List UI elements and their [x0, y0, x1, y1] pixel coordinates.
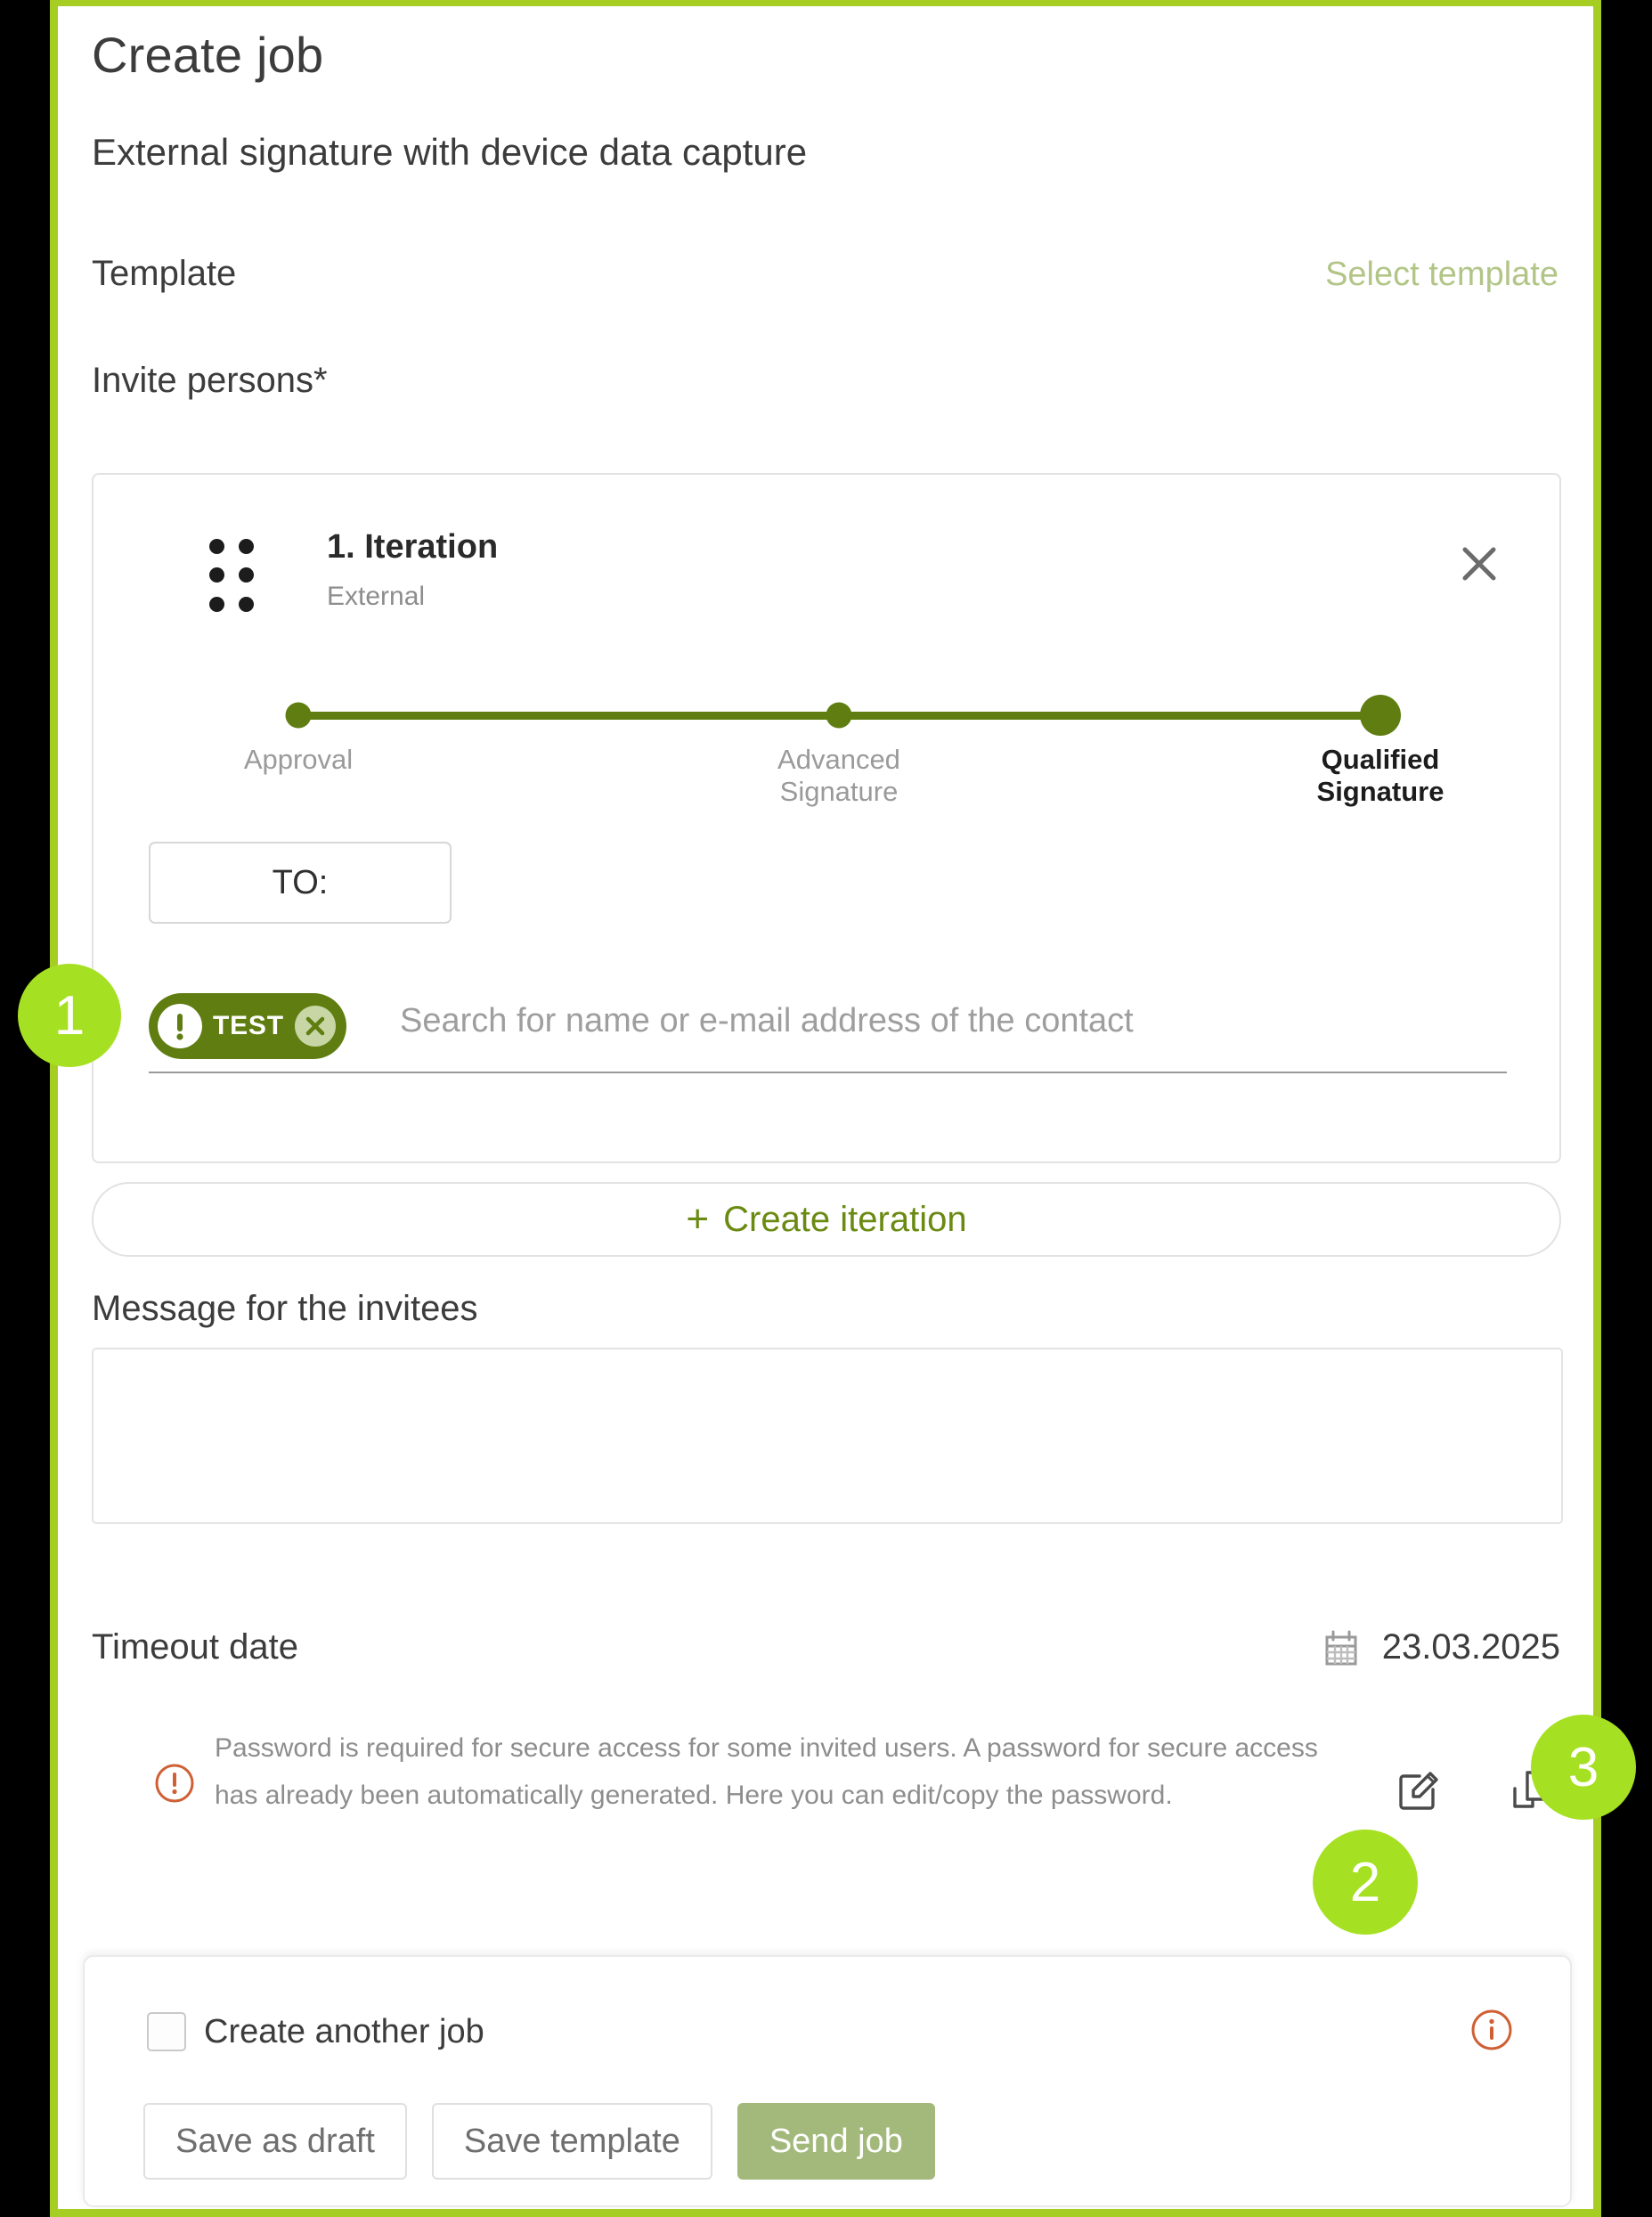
create-another-job-checkbox[interactable]	[147, 2012, 186, 2051]
footer-buttons: Save as draft Save template Send job	[143, 2103, 935, 2180]
iteration-title: 1. Iteration	[327, 528, 499, 566]
page-subtitle: External signature with device data capt…	[92, 131, 808, 173]
template-label: Template	[92, 254, 237, 293]
save-template-button[interactable]: Save template	[431, 2103, 712, 2180]
create-iteration-button[interactable]: + Create iteration	[92, 1182, 1561, 1257]
send-job-button[interactable]: Send job	[736, 2103, 935, 2180]
recipients-input-row: TEST Search for name or e-mail address o…	[149, 991, 1507, 1073]
message-textarea[interactable]	[92, 1348, 1563, 1524]
edit-square-icon[interactable]	[1394, 1765, 1442, 1814]
stepper-label-advanced-signature: Advanced Signature	[777, 744, 900, 807]
annotation-badge-3: 3	[1531, 1715, 1636, 1820]
exclamation-circle-icon	[154, 1763, 195, 1804]
recipient-search-input[interactable]: Search for name or e-mail address of the…	[400, 1002, 1134, 1040]
to-button[interactable]: TO:	[149, 842, 452, 924]
timeout-date-row: Timeout date 23.03.2025	[92, 1627, 1566, 1684]
close-circle-icon[interactable]	[294, 1006, 336, 1047]
iteration-subtitle: External	[327, 582, 426, 611]
create-another-job-label: Create another job	[204, 2012, 484, 2050]
password-notice-text: Password is required for secure access f…	[215, 1733, 1318, 1810]
recipient-chip[interactable]: TEST	[149, 993, 346, 1059]
select-template-link[interactable]: Select template	[1325, 256, 1558, 294]
stepper-node-advanced-signature[interactable]	[826, 702, 852, 729]
stepper-label-qualified-signature: Qualified Signature	[1316, 744, 1444, 807]
annotation-badge-1: 1	[18, 964, 121, 1067]
screenshot-root: Create job External signature with devic…	[0, 0, 1652, 2217]
stepper-node-qualified-signature[interactable]	[1360, 695, 1401, 736]
signature-level-stepper: Approval Advanced Signature Qualified Si…	[244, 689, 1444, 807]
timeout-date-value[interactable]: 23.03.2025	[1382, 1627, 1560, 1667]
invite-persons-label: Invite persons*	[92, 361, 328, 400]
footer-bar: Create another job Save as draft Save te…	[83, 1955, 1572, 2207]
calendar-icon[interactable]	[1322, 1629, 1361, 1668]
password-notice: Password is required for secure access f…	[154, 1725, 1347, 1841]
stepper-label-approval: Approval	[243, 744, 354, 775]
template-row: Template Select template	[92, 254, 1566, 304]
message-label: Message for the invitees	[92, 1289, 478, 1328]
close-icon[interactable]	[1454, 539, 1504, 589]
iteration-card: 1. Iteration External Approval Advanced …	[92, 473, 1561, 1163]
page-title: Create job	[92, 27, 324, 83]
info-circle-icon[interactable]	[1470, 2009, 1513, 2051]
stepper-node-approval[interactable]	[285, 702, 312, 729]
drag-dots-icon[interactable]	[209, 539, 256, 615]
annotation-badge-2: 2	[1313, 1830, 1418, 1935]
exclamation-circle-icon	[158, 1004, 202, 1048]
create-another-job-row[interactable]: Create another job	[147, 2012, 484, 2051]
save-as-draft-button[interactable]: Save as draft	[143, 2103, 407, 2180]
recipient-chip-label: TEST	[213, 1011, 284, 1040]
timeout-date-label: Timeout date	[92, 1627, 298, 1667]
create-iteration-label: Create iteration	[723, 1199, 967, 1239]
plus-icon: +	[686, 1197, 710, 1241]
